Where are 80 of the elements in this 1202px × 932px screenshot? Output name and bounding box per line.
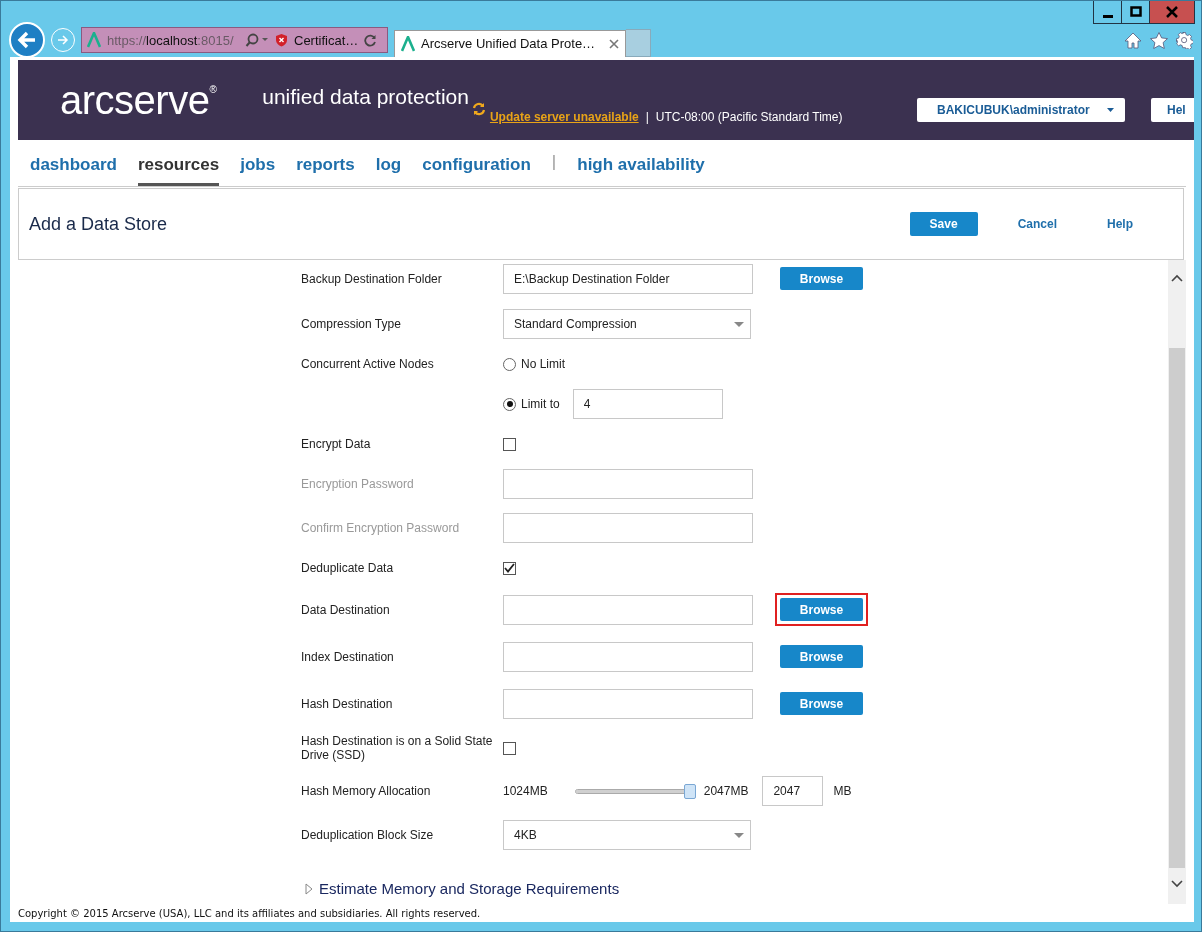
nav-separator: | bbox=[551, 152, 557, 172]
close-button[interactable] bbox=[1150, 1, 1194, 23]
product-name: unified data protection bbox=[262, 85, 469, 109]
caret-icon bbox=[734, 321, 744, 327]
back-arrow-icon bbox=[17, 31, 37, 49]
site-logo-icon bbox=[401, 35, 415, 52]
update-link[interactable]: Update server unavailable bbox=[489, 110, 639, 124]
close-icon[interactable] bbox=[609, 38, 619, 49]
header-button[interactable]: Hel bbox=[1151, 98, 1194, 122]
nav-tab[interactable]: reports bbox=[296, 143, 355, 186]
caret-icon bbox=[1107, 108, 1115, 112]
nav-tab[interactable]: dashboard bbox=[30, 143, 117, 186]
page-title: Add a Data Store bbox=[29, 213, 168, 235]
radio-button[interactable] bbox=[503, 397, 516, 411]
scroll-up-icon[interactable] bbox=[1171, 274, 1183, 282]
scrollbar[interactable] bbox=[1168, 260, 1186, 904]
star-icon[interactable] bbox=[1150, 31, 1168, 49]
browser-tab[interactable]: Arcserve Unified Data Prote… bbox=[394, 29, 626, 57]
browse-button[interactable]: Browse bbox=[780, 267, 863, 290]
field-label: Encryption Password bbox=[301, 477, 415, 491]
nav-tab[interactable]: resources bbox=[137, 143, 220, 186]
scroll-down-icon[interactable] bbox=[1171, 880, 1183, 888]
path-field[interactable] bbox=[503, 594, 753, 625]
nav-tab[interactable]: log bbox=[375, 143, 402, 186]
field-label: Data Destination bbox=[301, 602, 391, 617]
estimate-link[interactable]: Estimate Memory and Storage Requirements bbox=[305, 880, 620, 897]
forward-arrow-icon bbox=[57, 35, 69, 45]
checkbox[interactable] bbox=[503, 437, 516, 451]
settings-icon[interactable] bbox=[1176, 31, 1193, 49]
field-label: Concurrent Active Nodes bbox=[301, 356, 435, 373]
path-field[interactable]: E:\Backup Destination Folder bbox=[503, 263, 753, 294]
max-label: 2047MB bbox=[703, 784, 749, 798]
logo: arcserve$^{®}$ bbox=[60, 77, 217, 123]
close-icon bbox=[1165, 6, 1179, 18]
minimize-icon bbox=[1102, 14, 1113, 18]
field-label: Compression Type bbox=[301, 317, 402, 331]
nav-tab[interactable]: jobs bbox=[240, 143, 276, 186]
radio-label: Limit to bbox=[521, 397, 560, 411]
password-field[interactable] bbox=[503, 469, 753, 499]
browse-button[interactable]: Browse bbox=[780, 692, 863, 715]
limit-field[interactable]: 4 bbox=[572, 389, 723, 419]
memory-field[interactable]: 2047 bbox=[762, 776, 824, 806]
path-field[interactable] bbox=[503, 641, 753, 672]
cancel-link[interactable]: Cancel bbox=[1017, 217, 1057, 231]
unit-label: MB bbox=[833, 784, 852, 798]
divider-text: | bbox=[645, 110, 649, 124]
field-label: Encrypt Data bbox=[301, 437, 372, 451]
maximize-icon bbox=[1129, 6, 1142, 18]
browse-button[interactable]: Browse bbox=[780, 645, 863, 668]
field-label: Hash Memory Allocation bbox=[301, 784, 432, 798]
field-label: Deduplication Block Size bbox=[301, 828, 435, 842]
checkbox[interactable] bbox=[503, 561, 516, 575]
field-label: Hash Destination bbox=[301, 696, 394, 711]
min-label: 1024MB bbox=[503, 784, 548, 798]
path-field[interactable] bbox=[503, 688, 753, 719]
browse-button[interactable]: Browse bbox=[780, 598, 863, 621]
field-label: Index Destination bbox=[301, 649, 395, 664]
field-label: Backup Destination Folder bbox=[301, 271, 443, 286]
nav-tab[interactable]: configuration bbox=[422, 143, 531, 186]
field-label: Confirm Encryption Password bbox=[301, 521, 461, 535]
copyright-text: Copyright © 2015 Arcserve (USA), LLC and its affiliates and subsidiaries. All rights reserved. bbox=[18, 907, 482, 921]
field-label: Hash Destination is on a Solid State Drive (SSD) bbox=[301, 734, 494, 762]
radio-button[interactable] bbox=[503, 357, 516, 371]
checkbox[interactable] bbox=[503, 741, 516, 755]
help-link[interactable]: Help bbox=[1107, 217, 1133, 231]
slider-thumb[interactable] bbox=[683, 783, 696, 799]
refresh-icon bbox=[470, 102, 487, 116]
user-dropdown[interactable]: BAKICUBUK\administrator bbox=[917, 98, 1125, 122]
timezone-label: UTC-08:00 (Pacific Standard Time) bbox=[655, 110, 843, 124]
caret-icon bbox=[734, 832, 744, 838]
field-label: Deduplicate Data bbox=[301, 561, 395, 575]
back-button[interactable] bbox=[9, 22, 45, 58]
dropdown[interactable]: Standard Compression bbox=[503, 309, 751, 339]
expand-triangle-icon bbox=[305, 882, 313, 895]
home-icon[interactable] bbox=[1124, 31, 1142, 49]
save-button[interactable]: Save bbox=[909, 212, 978, 236]
nav-tab[interactable]: high availability bbox=[577, 143, 705, 186]
dropdown[interactable]: 4KB bbox=[503, 820, 751, 850]
radio-label: No Limit bbox=[521, 357, 565, 371]
password-field[interactable] bbox=[503, 513, 753, 543]
